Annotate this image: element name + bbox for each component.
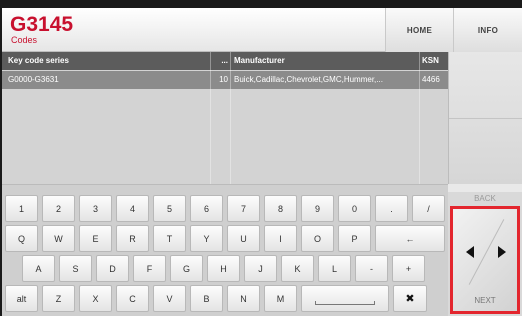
column-header-series[interactable]: Key code series bbox=[8, 52, 208, 70]
page-subtitle: Codes bbox=[11, 35, 38, 45]
column-header-ksn[interactable]: KSN bbox=[422, 52, 448, 70]
prev-button[interactable] bbox=[455, 237, 485, 267]
space-bar-icon bbox=[315, 300, 375, 305]
nav-highlight-box: NEXT bbox=[450, 206, 520, 314]
key-N[interactable]: N bbox=[227, 285, 260, 312]
key-F[interactable]: F bbox=[133, 255, 166, 282]
nav-panel: BACK NEXT bbox=[448, 192, 522, 316]
key-/[interactable]: / bbox=[412, 195, 445, 222]
column-divider bbox=[210, 52, 211, 184]
space-key[interactable] bbox=[301, 285, 389, 312]
key-S[interactable]: S bbox=[59, 255, 92, 282]
backspace-key[interactable]: ← bbox=[375, 225, 445, 252]
key-1[interactable]: 1 bbox=[5, 195, 38, 222]
key-O[interactable]: O bbox=[301, 225, 334, 252]
key-K[interactable]: K bbox=[281, 255, 314, 282]
key-4[interactable]: 4 bbox=[116, 195, 149, 222]
column-divider bbox=[230, 52, 231, 184]
cell-ksn: 4466 bbox=[422, 75, 440, 84]
key--[interactable]: - bbox=[355, 255, 388, 282]
info-button[interactable]: INFO bbox=[453, 8, 522, 52]
key-X[interactable]: X bbox=[79, 285, 112, 312]
key-R[interactable]: R bbox=[116, 225, 149, 252]
arrow-left-icon bbox=[466, 246, 474, 258]
cell-manufacturer: Buick,Cadillac,Chevrolet,GMC,Hummer,... bbox=[234, 75, 383, 84]
key-H[interactable]: H bbox=[207, 255, 240, 282]
key-D[interactable]: D bbox=[96, 255, 129, 282]
key-V[interactable]: V bbox=[153, 285, 186, 312]
header-bar: G3145 Codes HOME INFO bbox=[2, 8, 522, 52]
column-header-manufacturer[interactable]: Manufacturer bbox=[234, 52, 418, 70]
table-header: Key code series ... Manufacturer KSN bbox=[2, 52, 448, 70]
key-Q[interactable]: Q bbox=[5, 225, 38, 252]
key-A[interactable]: A bbox=[22, 255, 55, 282]
arrow-right-icon bbox=[498, 246, 506, 258]
panel-divider bbox=[449, 118, 522, 119]
cell-series: G0000-G3631 bbox=[8, 75, 59, 84]
key-J[interactable]: J bbox=[244, 255, 277, 282]
key-W[interactable]: W bbox=[42, 225, 75, 252]
next-arrow-button[interactable] bbox=[487, 237, 517, 267]
clear-key[interactable]: ✖ bbox=[393, 285, 427, 312]
key-2[interactable]: 2 bbox=[42, 195, 75, 222]
column-divider bbox=[419, 52, 420, 184]
key-T[interactable]: T bbox=[153, 225, 186, 252]
key-Y[interactable]: Y bbox=[190, 225, 223, 252]
key-U[interactable]: U bbox=[227, 225, 260, 252]
key-0[interactable]: 0 bbox=[338, 195, 371, 222]
table-row[interactable]: G0000-G3631 10 Buick,Cadillac,Chevrolet,… bbox=[2, 71, 448, 89]
key-+[interactable]: + bbox=[392, 255, 425, 282]
key-3[interactable]: 3 bbox=[79, 195, 112, 222]
column-header-num[interactable]: ... bbox=[212, 52, 228, 70]
side-panel bbox=[448, 52, 522, 184]
home-button[interactable]: HOME bbox=[385, 8, 453, 52]
next-button[interactable]: NEXT bbox=[453, 296, 517, 305]
key-I[interactable]: I bbox=[264, 225, 297, 252]
key-5[interactable]: 5 bbox=[153, 195, 186, 222]
key-G[interactable]: G bbox=[170, 255, 203, 282]
back-button[interactable]: BACK bbox=[448, 192, 522, 206]
screen: G3145 Codes HOME INFO Key code series ..… bbox=[2, 8, 522, 316]
key-9[interactable]: 9 bbox=[301, 195, 334, 222]
key-M[interactable]: M bbox=[264, 285, 297, 312]
codes-table: Key code series ... Manufacturer KSN G00… bbox=[2, 52, 448, 184]
key-C[interactable]: C bbox=[116, 285, 149, 312]
key-E[interactable]: E bbox=[79, 225, 112, 252]
key-7[interactable]: 7 bbox=[227, 195, 260, 222]
cell-num: 10 bbox=[219, 75, 228, 84]
key-P[interactable]: P bbox=[338, 225, 371, 252]
key-.[interactable]: . bbox=[375, 195, 408, 222]
key-6[interactable]: 6 bbox=[190, 195, 223, 222]
key-Z[interactable]: Z bbox=[42, 285, 75, 312]
on-screen-keyboard: 1 2 3 4 5 6 7 8 9 0. / Q W E R T Y U I O P ← A S D F G H J K L - + alt Z X C… bbox=[2, 192, 448, 316]
input-strip bbox=[2, 184, 448, 192]
page-title: G3145 bbox=[10, 13, 74, 36]
key-L[interactable]: L bbox=[318, 255, 351, 282]
key-B[interactable]: B bbox=[190, 285, 223, 312]
key-8[interactable]: 8 bbox=[264, 195, 297, 222]
key-alt[interactable]: alt bbox=[5, 285, 38, 312]
